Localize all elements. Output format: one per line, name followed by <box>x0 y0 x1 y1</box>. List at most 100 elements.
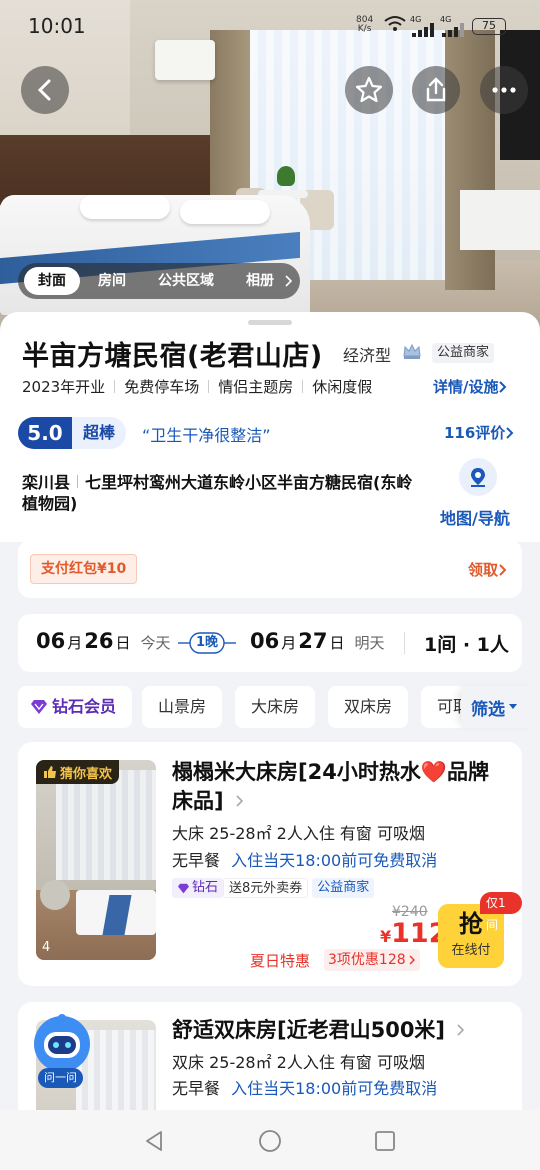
wifi-icon <box>383 15 407 37</box>
checkin-day: 26 <box>84 629 114 653</box>
robot-icon <box>34 1014 90 1072</box>
day-char: 日 <box>115 634 131 652</box>
month-char: 月 <box>281 634 297 652</box>
month-char: 月 <box>67 634 83 652</box>
reviews-link-label: 116评价 <box>444 424 506 442</box>
room-name: 榻榻米大床房[24小时热水❤️品牌床品] <box>172 758 502 816</box>
reviews-link[interactable]: 116评价 <box>444 422 515 443</box>
tab-rooms[interactable]: 房间 <box>84 267 140 295</box>
details-link-label: 详情/设施 <box>433 378 499 396</box>
rating-score: 5.0 <box>18 417 72 449</box>
ask-bot[interactable]: 问一问 <box>30 1012 94 1088</box>
photo-desk <box>460 190 540 250</box>
meal-info: 无早餐 <box>172 1079 221 1098</box>
net-speed: 804 K/s <box>356 16 373 34</box>
nav-back-icon[interactable] <box>143 1129 165 1153</box>
diamond-tag: 钻石 <box>172 878 224 898</box>
checkout-weekday: 明天 <box>354 634 385 652</box>
currency-symbol: ¥ <box>380 927 392 946</box>
day-char: 日 <box>329 634 345 652</box>
hotel-address[interactable]: 栾川县 七里坪村鸾州大道东岭小区半亩方糖民宿(东岭植物园) <box>22 472 422 514</box>
map-pin-icon <box>471 468 485 487</box>
summer-promo: 夏日特惠 <box>250 952 311 970</box>
recommend-tag: 猜你喜欢 <box>36 760 120 784</box>
discount-detail[interactable]: 3项优惠128 <box>324 949 420 971</box>
map-navigation-label[interactable]: 地图/导航 <box>440 505 510 529</box>
photo-bean-bag <box>40 880 70 910</box>
filter-chip-mountain-view[interactable]: 山景房 <box>142 686 223 728</box>
only-one-left-badge: 仅1间 <box>480 892 522 932</box>
delivery-coupon-tag: 送8元外卖券 <box>223 878 309 898</box>
net-speed-unit: K/s <box>357 24 372 34</box>
checkout-date[interactable]: 06 月 27 日 明天 <box>250 629 385 653</box>
nav-recents-icon[interactable] <box>374 1130 396 1152</box>
chevron-left-icon <box>37 79 51 101</box>
hotel-info-card: 半亩方塘民宿(老君山店) 经济型 公益商家 2023年开业 免费停车场 情侣主题… <box>0 312 540 542</box>
room-card[interactable]: 猜你喜欢 4 榻榻米大床房[24小时热水❤️品牌床品] 大床 25-28㎡ 2人… <box>18 742 522 986</box>
more-button[interactable] <box>480 66 528 114</box>
cancel-policy: 入住当天18:00前可免费取消 <box>231 851 438 870</box>
checkin-date[interactable]: 06 月 26 日 今天 <box>36 629 171 653</box>
tab-cover[interactable]: 封面 <box>24 267 80 295</box>
nav-home-icon[interactable] <box>258 1129 282 1153</box>
feature-list: 2023年开业 免费停车场 情侣主题房 休闲度假 <box>22 376 372 397</box>
room-photo[interactable] <box>36 760 156 960</box>
review-quote[interactable]: “卫生干净很整洁” <box>142 422 271 446</box>
checkin-month: 06 <box>36 629 66 653</box>
room-specs: 双床 25-28㎡ 2人入住 有窗 可吸烟 <box>172 1053 426 1072</box>
tab-public-areas[interactable]: 公共区域 <box>144 267 228 295</box>
claim-label: 领取 <box>467 561 498 579</box>
checkout-day: 27 <box>298 629 328 653</box>
room-guest-count[interactable]: 1间 · 1人 <box>424 630 509 657</box>
filter-chip-cancelable[interactable]: 可取消 <box>421 686 461 728</box>
status-time: 10:01 <box>28 14 86 38</box>
member-label: 钻石会员 <box>52 697 117 716</box>
share-icon <box>426 77 446 102</box>
details-link[interactable]: 详情/设施 <box>433 376 508 397</box>
filter-chip-label: 可取消 <box>437 697 461 716</box>
photo-curtain-right <box>445 30 495 290</box>
diamond-member-filter[interactable]: 钻石会员 <box>18 686 132 728</box>
diamond-tag-label: 钻石 <box>192 880 219 895</box>
cancel-policy: 入住当天18:00前可免费取消 <box>231 1079 438 1098</box>
claim-coupon-button[interactable]: 领取 <box>468 559 508 580</box>
chevron-right-icon <box>409 955 415 965</box>
map-button[interactable] <box>459 458 497 496</box>
coupon-card: 支付红包¥10 领取 <box>18 540 522 598</box>
filter-chip-king-bed[interactable]: 大床房 <box>235 686 316 728</box>
chevron-right-icon <box>499 380 507 393</box>
filter-chip-twin-bed[interactable]: 双床房 <box>328 686 409 728</box>
nights-count: 1晚 <box>195 635 219 650</box>
chevron-right-icon <box>457 1024 465 1036</box>
photo-tabs: 封面 房间 公共区域 相册 <box>18 263 300 299</box>
address-county: 栾川县 <box>22 473 71 492</box>
room-name-text: 榻榻米大床房[24小时热水❤️品牌床品] <box>172 760 489 813</box>
back-button[interactable] <box>21 66 69 114</box>
chevron-right-icon <box>499 563 507 576</box>
filter-label: 筛选 <box>471 699 505 720</box>
divider <box>208 380 210 393</box>
photo-pillow <box>80 195 170 219</box>
feature-theme-room: 情侣主题房 <box>218 378 294 396</box>
thumbs-up-icon <box>44 766 56 778</box>
battery-icon: 75 <box>472 18 506 35</box>
divider <box>114 380 116 393</box>
signal-icon <box>412 22 436 41</box>
feature-opened: 2023年开业 <box>22 378 106 396</box>
promo-tags: 钻石 送8元外卖券 公益商家 <box>172 878 375 898</box>
date-selector[interactable]: 06 月 26 日 今天 1晚 06 月 27 日 明天 1间 · 1人 <box>18 614 522 672</box>
hotel-name: 半亩方塘民宿(老君山店) <box>22 341 323 372</box>
feature-parking: 免费停车场 <box>124 378 200 396</box>
discount-label: 3项优惠128 <box>328 952 406 968</box>
favorite-button[interactable] <box>345 66 393 114</box>
photo-window <box>56 770 156 880</box>
payment-coupon-tag: 支付红包¥10 <box>30 554 138 584</box>
drag-handle[interactable] <box>248 320 292 325</box>
rating-word: 超棒 <box>72 417 126 449</box>
crown-icon <box>403 343 421 359</box>
charity-tag: 公益商家 <box>312 878 375 898</box>
share-button[interactable] <box>412 66 460 114</box>
tab-album[interactable]: 相册 <box>232 267 280 295</box>
filter-button[interactable]: 筛选 <box>461 686 540 728</box>
divider <box>302 380 304 393</box>
